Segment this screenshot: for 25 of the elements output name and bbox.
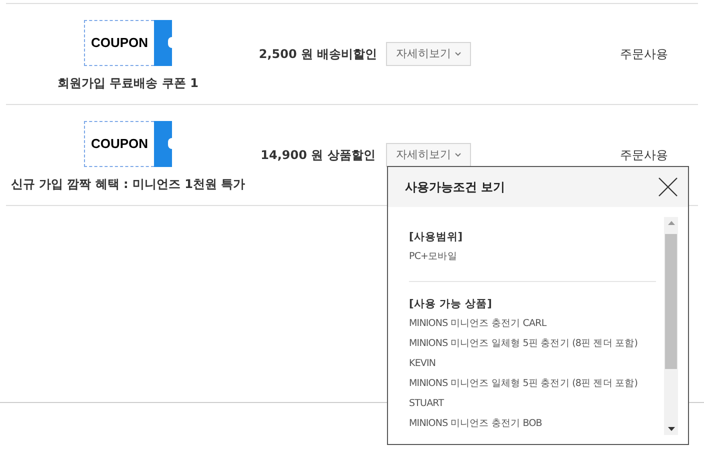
discount-amount: 2,500 원 배송비할인 [258,46,378,63]
condition-text: STUART [409,397,445,411]
scrollbar[interactable] [664,217,678,435]
condition-text: MINIONS 미니언즈 일체형 5핀 충전기 (8핀 젠더 포함) [409,337,639,351]
condition-text: PC+모바일 [409,250,458,264]
coupon-name: 회원가입 무료배송 쿠폰 1 [58,75,198,92]
condition-text: MINIONS 미니언즈 충전기 CARL [409,317,548,331]
usage-text: 주문사용 [620,147,668,164]
details-button[interactable]: 자세히보기 [386,42,471,66]
usage-text: 주문사용 [620,46,668,63]
coupon-name: 신규 가입 깜짝 혜택 : 미니언즈 1천원 특가 [10,176,246,193]
section-heading: [사용 가능 상품] [409,297,493,312]
caret-icon [455,52,461,56]
discount-amount: 14,900 원 상품할인 [260,147,376,164]
coupon-label: COUPON [90,135,148,154]
details-button[interactable]: 자세히보기 [386,143,471,167]
scroll-down-icon[interactable] [668,427,674,431]
coupon-label: COUPON [90,34,148,52]
popup-title: 사용가능조건 보기 [405,179,506,196]
close-icon[interactable] [658,177,678,197]
condition-text: KEVIN [409,357,437,371]
section-heading: [사용범위] [409,230,464,245]
caret-icon [455,153,461,157]
condition-text: MINIONS 미니언즈 일체형 5핀 충전기 (8핀 젠더 포함) [409,377,639,391]
condition-text: MINIONS 미니언즈 충전기 BOB [409,417,543,431]
